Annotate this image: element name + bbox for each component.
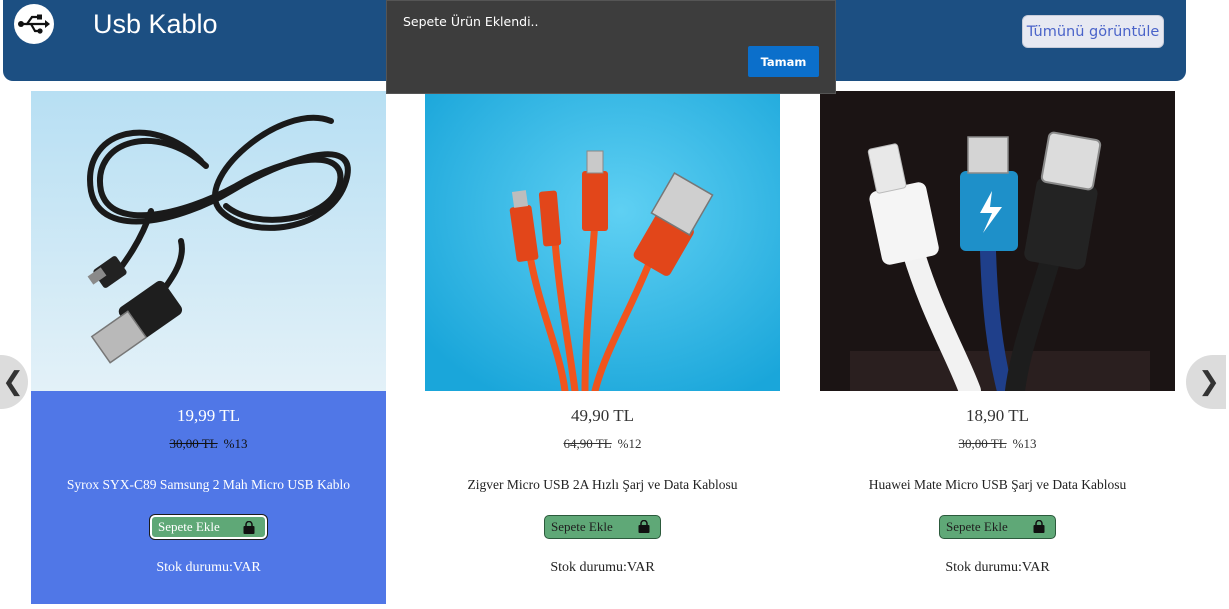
product-card[interactable]: 49,90 TL 64,90 TL %12 Zigver Micro USB 2A… (425, 91, 780, 604)
chevron-right-icon: ❯ (1198, 367, 1220, 397)
old-price: 30,00 TL (169, 436, 218, 451)
stock-status: Stok durumu:VAR (156, 560, 261, 575)
discount-badge: %13 (1012, 436, 1037, 451)
shopping-bag-icon (637, 519, 651, 538)
view-all-button[interactable]: Tümünü görüntüle (1022, 15, 1164, 48)
product-image-black-usb-cable[interactable] (31, 91, 386, 391)
shopping-bag-icon (242, 520, 256, 539)
add-to-cart-label: Sepete Ekle (158, 519, 220, 534)
discount-badge: %13 (223, 436, 248, 451)
shopping-bag-icon (1032, 519, 1046, 538)
product-card[interactable]: 19,99 TL 30,00 TL %13 Syrox SYX-C89 Samsu… (31, 91, 386, 604)
product-price: 49,90 TL (571, 406, 634, 425)
add-to-cart-button[interactable]: Sepete Ekle (939, 515, 1056, 539)
product-name[interactable]: Syrox SYX-C89 Samsung 2 Mah Micro USB Ka… (31, 477, 386, 493)
old-price-row: 30,00 TL %13 (820, 436, 1175, 452)
product-price: 19,99 TL (177, 406, 240, 425)
product-card[interactable]: 18,90 TL 30,00 TL %13 Huawei Mate Micro U… (820, 91, 1175, 604)
category-title: Usb Kablo (93, 9, 218, 39)
discount-badge: %12 (617, 436, 642, 451)
product-name[interactable]: Zigver Micro USB 2A Hızlı Şarj ve Data K… (425, 477, 780, 493)
cart-notification-dialog: Sepete Ürün Eklendi.. Tamam (386, 0, 836, 94)
carousel-next-button[interactable]: ❯ (1186, 355, 1226, 409)
old-price: 64,90 TL (563, 436, 612, 451)
old-price-row: 64,90 TL %12 (425, 436, 780, 452)
product-image-three-connectors[interactable] (820, 91, 1175, 391)
product-image-orange-cables[interactable] (425, 91, 780, 391)
add-to-cart-button[interactable]: Sepete Ekle (150, 515, 267, 539)
add-to-cart-label: Sepete Ekle (551, 519, 613, 534)
stock-status: Stok durumu:VAR (945, 560, 1050, 575)
stock-status: Stok durumu:VAR (550, 560, 655, 575)
notification-message: Sepete Ürün Eklendi.. (403, 14, 539, 29)
chevron-left-icon: ❮ (2, 367, 24, 397)
old-price: 30,00 TL (958, 436, 1007, 451)
product-name[interactable]: Huawei Mate Micro USB Şarj ve Data Kablo… (820, 477, 1175, 493)
add-to-cart-label: Sepete Ekle (946, 519, 1008, 534)
usb-icon (14, 4, 54, 44)
ok-button[interactable]: Tamam (748, 46, 819, 77)
carousel-prev-button[interactable]: ❮ (0, 355, 28, 409)
old-price-row: 30,00 TL %13 (31, 436, 386, 452)
add-to-cart-button[interactable]: Sepete Ekle (544, 515, 661, 539)
product-price: 18,90 TL (966, 406, 1029, 425)
